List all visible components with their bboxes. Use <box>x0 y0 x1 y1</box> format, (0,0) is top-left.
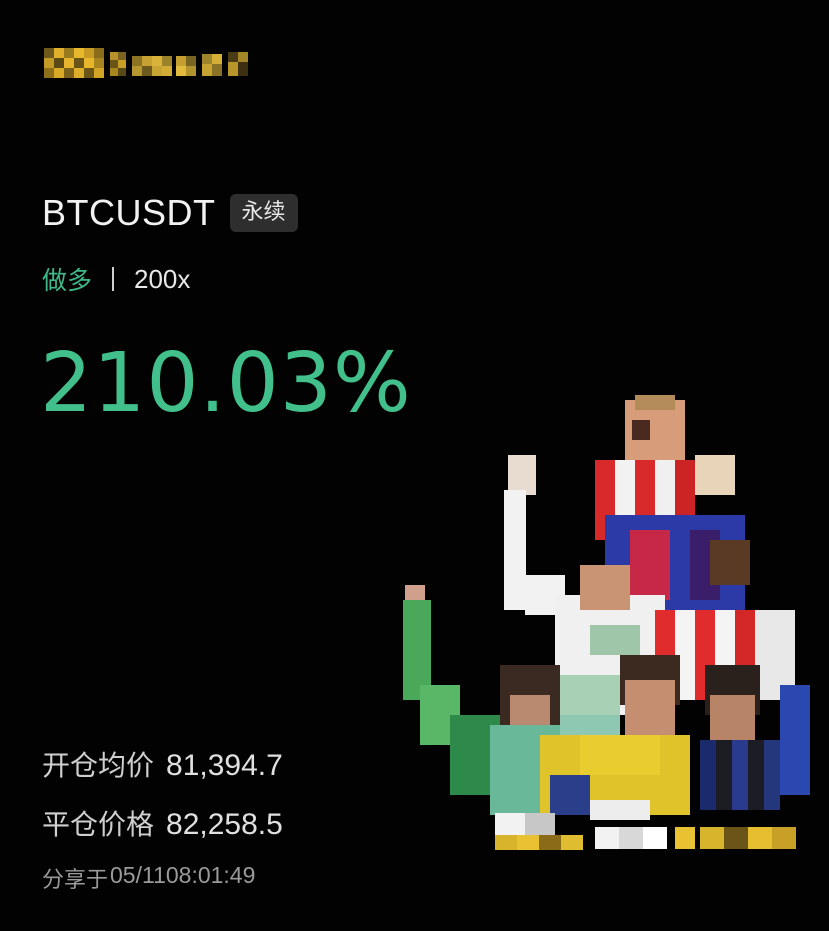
players-collage-image <box>400 395 829 855</box>
share-card: BTCUSDT 永续 做多 200x 210.03% 开仓均价 81,394.7… <box>0 0 829 931</box>
leverage-value: 200x <box>134 263 191 294</box>
symbol-row: BTCUSDT 永续 <box>42 192 298 234</box>
shared-label: 分享于 <box>42 868 109 893</box>
entry-price-label: 开仓均价 <box>42 749 155 782</box>
shared-timestamp: 05/1108:01:49 <box>110 862 256 888</box>
entry-price-value: 81,394.7 <box>166 749 283 782</box>
position-side: 做多 <box>42 266 93 295</box>
contract-type-badge: 永续 <box>229 194 298 232</box>
close-price-row: 平仓价格 82,258.5 <box>42 803 283 843</box>
brand-logo-icon <box>44 44 256 84</box>
divider <box>112 267 115 291</box>
position-info-row: 做多 200x <box>42 261 190 297</box>
entry-price-row: 开仓均价 81,394.7 <box>42 744 283 784</box>
close-price-value: 82,258.5 <box>166 808 283 841</box>
pnl-percentage: 210.03% <box>40 336 412 431</box>
trading-pair: BTCUSDT <box>42 192 216 233</box>
shared-timestamp-row: 分享于 05/1108:01:49 <box>42 862 255 894</box>
close-price-label: 平仓价格 <box>42 808 155 841</box>
